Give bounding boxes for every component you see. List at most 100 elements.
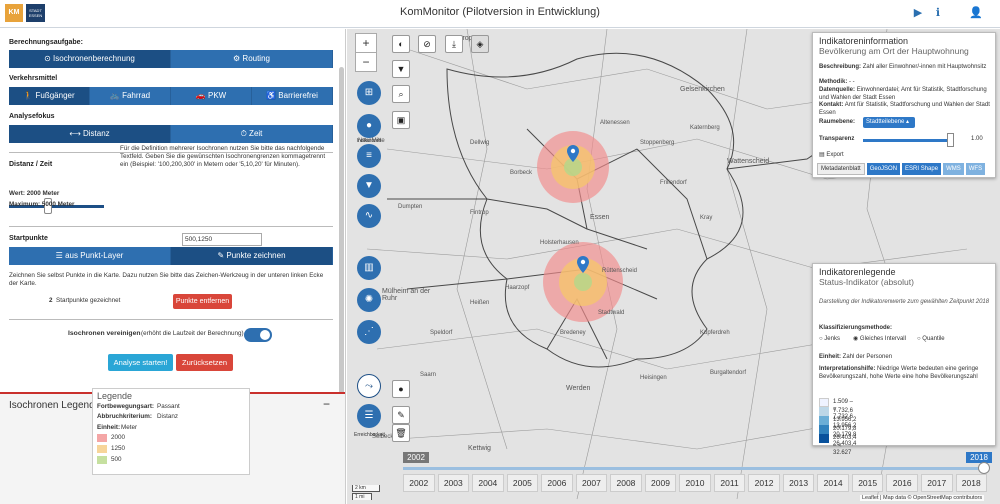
search-tool[interactable]: ⌕: [392, 85, 410, 103]
statistics-nav-button[interactable]: ∿: [357, 204, 381, 228]
filter-nav-button[interactable]: ≡: [357, 144, 381, 168]
distance-time-label: Distanz / Zeit: [9, 161, 53, 168]
transparency-handle[interactable]: [947, 133, 954, 147]
draw-points-button[interactable]: ✎ Punkte zeichnen: [171, 247, 333, 265]
desc-label: Beschreibung:: [819, 64, 862, 70]
timeline-handle[interactable]: [978, 462, 990, 474]
draw-marker-tool[interactable]: ●: [392, 380, 410, 398]
year-2013[interactable]: 2013: [782, 474, 815, 492]
info-icon[interactable]: ℹ: [930, 5, 946, 21]
year-2016[interactable]: 2016: [886, 474, 918, 492]
option-equal-interval: Gleiches Intervall: [859, 336, 906, 342]
timeline-track[interactable]: [403, 467, 985, 470]
year-2010[interactable]: 2010: [679, 474, 711, 492]
year-2006[interactable]: 2006: [541, 474, 573, 492]
remove-points-button[interactable]: Punkte entfernen: [173, 294, 232, 309]
collapse-icon[interactable]: −: [323, 397, 330, 411]
year-2002[interactable]: 2002: [403, 474, 435, 492]
map-label: Dumpten: [398, 204, 423, 210]
reachability-nav-button[interactable]: ⤳: [357, 374, 381, 398]
reset-button[interactable]: Zurücksetzen: [176, 354, 233, 371]
routing-button[interactable]: ⚙ Routing: [171, 50, 333, 68]
map-label: Saarn: [420, 372, 437, 378]
level-select[interactable]: Stadtteilebene ▴: [863, 117, 915, 128]
start-analysis-button[interactable]: Analyse starten!: [108, 354, 173, 371]
radio-quantile[interactable]: ○: [917, 336, 921, 342]
delete-tool[interactable]: 🗑: [392, 424, 410, 442]
map-label: Stoppenberg: [640, 140, 675, 146]
transport-label: Verkehrsmittel: [9, 75, 58, 82]
merge-isochrones-toggle[interactable]: [244, 328, 272, 342]
map-marker-icon: ●: [365, 120, 373, 131]
regression-nav-button[interactable]: ⋰: [357, 320, 381, 344]
method-label: Methodik:: [819, 79, 848, 85]
year-2009[interactable]: 2009: [644, 474, 677, 492]
year-2014[interactable]: 2014: [817, 474, 849, 492]
year-2011[interactable]: 2011: [713, 474, 746, 492]
settings-nav-button[interactable]: ☰: [357, 404, 381, 428]
radio-jenks[interactable]: ○: [819, 336, 823, 342]
method-text: - -: [849, 79, 855, 85]
year-2018[interactable]: 2018: [955, 474, 988, 492]
bicycle-button[interactable]: 🚲 Fahrrad: [90, 87, 171, 105]
start-point-marker-icon[interactable]: [577, 256, 589, 273]
bar-chart-nav-button[interactable]: ▥: [357, 256, 381, 280]
legend-unit: Zahl der Personen: [842, 354, 893, 360]
year-2003[interactable]: 2003: [437, 474, 470, 492]
barrier-free-button[interactable]: ♿ Barrierefrei: [252, 87, 333, 105]
app-header: KM STADT ESSEN KomMonitor (Pilotversion …: [0, 0, 1000, 28]
mode-label: Fortbewegungsart:: [97, 403, 155, 410]
indicator-nav-button[interactable]: ●: [357, 114, 381, 138]
radio-equal-interval[interactable]: ◉: [853, 336, 858, 342]
year-timeline: 2002 2003 2004 2005 2006 2007 2008 2009 …: [403, 474, 990, 492]
divider: [9, 226, 333, 227]
from-point-layer-button[interactable]: ☰ aus Punkt-Layer: [9, 247, 171, 265]
isochrone-button[interactable]: ⊙ Isochronenberechnung: [9, 50, 171, 68]
isochrone-values-input[interactable]: 500,1250: [182, 233, 262, 246]
year-2015[interactable]: 2015: [851, 474, 884, 492]
class-swatch: [819, 425, 829, 434]
map-label: Dellwig: [470, 140, 490, 146]
edit-tool[interactable]: ✎: [392, 406, 410, 424]
layers-nav-button[interactable]: ⊞: [357, 81, 381, 105]
print-tool[interactable]: ▣: [392, 111, 410, 129]
criterion-value: Distanz: [157, 413, 178, 420]
download-tool[interactable]: ⤓: [445, 35, 463, 53]
legend-desc: Darstellung der Indikatorenwerte zum gew…: [819, 299, 990, 305]
year-2005[interactable]: 2005: [506, 474, 539, 492]
layers-tool[interactable]: ◈: [471, 35, 489, 53]
pedestrian-button[interactable]: 🚶 Fußgänger: [9, 87, 90, 105]
play-icon[interactable]: ▶: [910, 5, 926, 21]
year-2017[interactable]: 2017: [920, 474, 953, 492]
wms-button[interactable]: WMS: [943, 163, 964, 175]
zoom-in-button[interactable]: +: [355, 33, 377, 53]
year-2004[interactable]: 2004: [472, 474, 504, 492]
info-panel-title: Indikatoreninformation: [819, 36, 909, 46]
desc-text: Zahl aller Einwohner/-innen mit Hauptwoh…: [862, 64, 987, 70]
transparency-slider[interactable]: [863, 139, 953, 142]
start-point-marker-icon[interactable]: [567, 145, 579, 162]
filter-tool[interactable]: ▼: [392, 60, 410, 78]
geojson-button[interactable]: GeoJSON: [866, 163, 901, 175]
year-2012[interactable]: 2012: [748, 474, 780, 492]
clear-tool[interactable]: ⊘: [418, 35, 436, 53]
map-attribution[interactable]: Leaflet | Map data © OpenStreetMap contr…: [860, 495, 985, 501]
distance-button[interactable]: ⟷ Distanz: [9, 125, 171, 143]
car-button[interactable]: 🚗 PKW: [171, 87, 252, 105]
year-2007[interactable]: 2007: [575, 474, 608, 492]
wfs-button[interactable]: WFS: [965, 163, 986, 175]
metadata-button[interactable]: Metadatenblatt: [817, 163, 865, 175]
task-label: Berechnungsaufgabe:: [9, 39, 83, 46]
app-title: KomMonitor (Pilotversion in Entwicklung): [400, 6, 600, 18]
user-settings-icon[interactable]: 👤: [968, 5, 984, 21]
unit-label: Einheit:: [97, 424, 121, 431]
unit-value: Meter: [121, 424, 138, 431]
basemap-tool[interactable]: ◐: [392, 35, 410, 53]
year-2008[interactable]: 2008: [610, 474, 642, 492]
zoom-out-button[interactable]: −: [355, 52, 377, 72]
esri-shape-button[interactable]: ESRI Shape: [902, 163, 942, 175]
funnel-nav-button[interactable]: ▼: [357, 174, 381, 198]
radar-nav-button[interactable]: ✺: [357, 288, 381, 312]
draw-marker-icon: ●: [398, 384, 404, 394]
time-button[interactable]: ⏱ Zeit: [171, 125, 333, 143]
